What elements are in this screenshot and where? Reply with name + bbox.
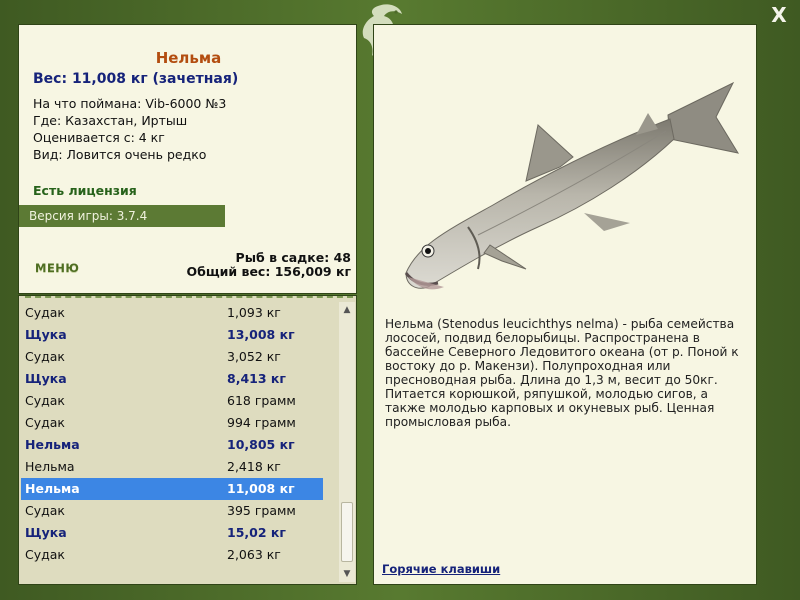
- arrow-up-icon[interactable]: ▲: [339, 302, 355, 318]
- list-item-weight: 395 грамм: [227, 503, 296, 518]
- rarity-text: Вид: Ловится очень редко: [33, 147, 207, 162]
- list-item-fish-name: Нельма: [25, 459, 75, 474]
- list-item[interactable]: Судак 618 грамм: [21, 390, 323, 412]
- list-item[interactable]: Нельма 11,008 кг: [21, 478, 323, 500]
- hotkeys-link[interactable]: Горячие клавиши: [382, 562, 500, 576]
- fish-description: Нельма (Stenodus leucichthys nelma) - ры…: [385, 317, 739, 429]
- fish-details: На что поймана: Vib-6000 №3 Где: Казахст…: [33, 95, 226, 163]
- divider: [25, 296, 353, 298]
- location-text: Где: Казахстан, Иртыш: [33, 113, 188, 128]
- caught-on-text: На что поймана: Vib-6000 №3: [33, 96, 227, 111]
- list-item-fish-name: Судак: [25, 393, 65, 408]
- list-item-fish-name: Нельма: [25, 437, 80, 452]
- list-item[interactable]: Судак 1,093 кг: [21, 302, 323, 324]
- list-item[interactable]: Судак 994 грамм: [21, 412, 323, 434]
- list-item[interactable]: Щука 15,02 кг: [21, 522, 323, 544]
- list-item-fish-name: Нельма: [25, 481, 80, 496]
- total-weight: Общий вес: 156,009 кг: [186, 264, 352, 279]
- menu-button[interactable]: МЕНЮ: [35, 261, 79, 275]
- list-item-weight: 15,02 кг: [227, 525, 286, 540]
- catch-list: Судак 1,093 кг Щука 13,008 кг Судак 3,052 кг Щ…: [21, 302, 323, 566]
- list-item-fish-name: Судак: [25, 547, 65, 562]
- list-item[interactable]: Нельма 2,418 кг: [21, 456, 323, 478]
- list-item[interactable]: Судак 2,063 кг: [21, 544, 323, 566]
- fish-name: Нельма: [155, 49, 222, 67]
- list-item-fish-name: Судак: [25, 503, 65, 518]
- list-item[interactable]: Щука 8,413 кг: [21, 368, 323, 390]
- rated-from-text: Оценивается с: 4 кг: [33, 130, 165, 145]
- list-item-fish-name: Щука: [25, 371, 67, 386]
- game-version: Версия игры: 3.7.4: [19, 205, 225, 227]
- list-item[interactable]: Судак 395 грамм: [21, 500, 323, 522]
- list-scrollbar[interactable]: ▲ ▼: [339, 302, 355, 582]
- list-item-fish-name: Судак: [25, 415, 65, 430]
- list-item-weight: 8,413 кг: [227, 371, 286, 386]
- fish-count: Рыб в садке: 48: [235, 250, 351, 265]
- fish-info-panel: Нельма Вес: 11,008 кг (зачетная) На что …: [18, 24, 357, 294]
- list-item-weight: 11,008 кг: [227, 481, 295, 496]
- close-button[interactable]: X: [766, 2, 792, 28]
- list-item-weight: 618 грамм: [227, 393, 296, 408]
- list-item-fish-name: Судак: [25, 305, 65, 320]
- list-item-weight: 2,418 кг: [227, 459, 281, 474]
- list-item-weight: 1,093 кг: [227, 305, 281, 320]
- list-item-weight: 994 грамм: [227, 415, 296, 430]
- list-item-fish-name: Щука: [25, 525, 67, 540]
- list-item-weight: 13,008 кг: [227, 327, 295, 342]
- list-item-fish-name: Судак: [25, 349, 65, 364]
- list-item[interactable]: Судак 3,052 кг: [21, 346, 323, 368]
- list-item-fish-name: Щука: [25, 327, 67, 342]
- list-item[interactable]: Щука 13,008 кг: [21, 324, 323, 346]
- fish-image: [404, 81, 740, 290]
- arrow-down-icon[interactable]: ▼: [339, 566, 355, 582]
- catch-list-panel: Судак 1,093 кг Щука 13,008 кг Судак 3,052 кг Щ…: [18, 295, 357, 585]
- scrollbar-thumb[interactable]: [341, 502, 353, 562]
- fish-description-panel: Нельма (Stenodus leucichthys nelma) - ры…: [373, 24, 757, 585]
- keepnet-summary: Рыб в садке: 48 Общий вес: 156,009 кг: [187, 251, 352, 279]
- list-item[interactable]: Нельма 10,805 кг: [21, 434, 323, 456]
- list-item-weight: 10,805 кг: [227, 437, 295, 452]
- fish-weight: Вес: 11,008 кг (зачетная): [33, 71, 239, 87]
- license-status: Есть лицензия: [33, 183, 137, 198]
- list-item-weight: 2,063 кг: [227, 547, 281, 562]
- list-item-weight: 3,052 кг: [227, 349, 281, 364]
